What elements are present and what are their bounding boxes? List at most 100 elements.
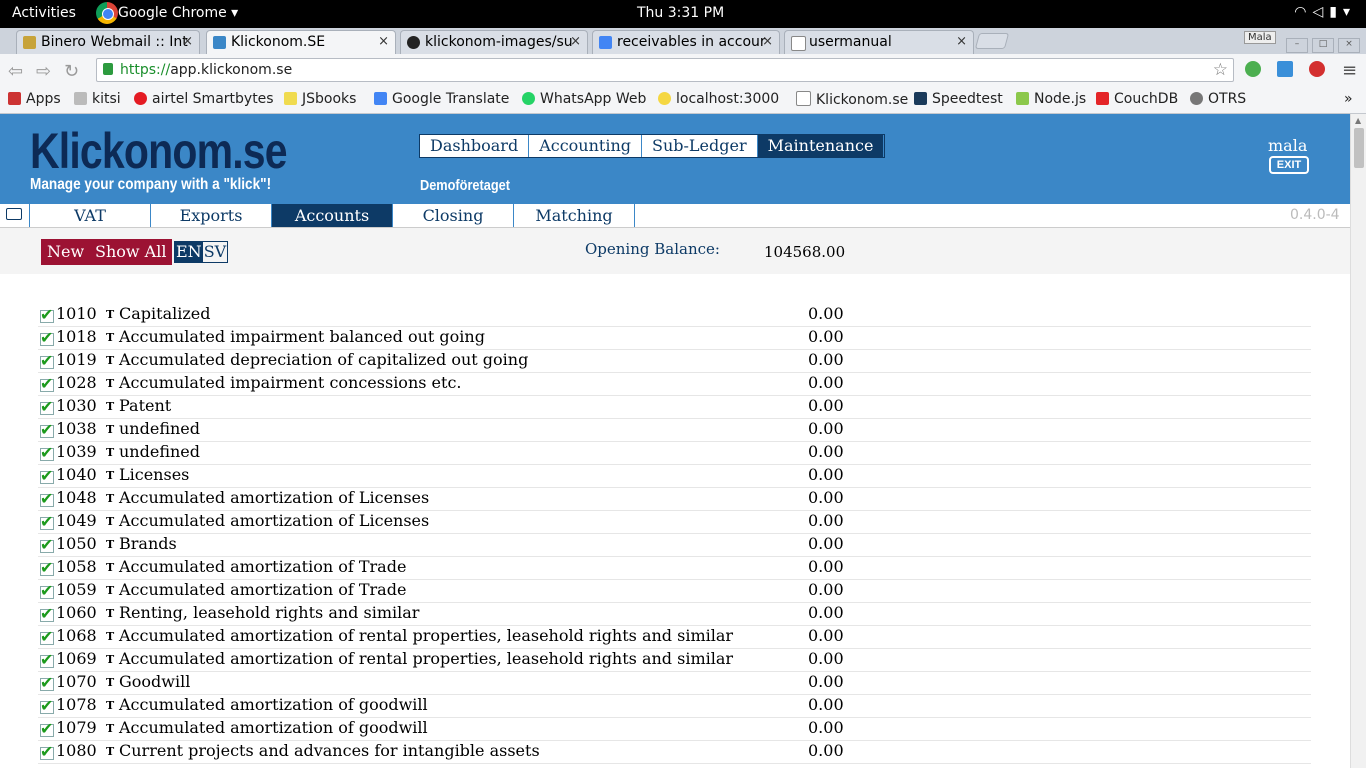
- account-row[interactable]: 1040 T Licenses 0.00: [38, 465, 1311, 488]
- account-name[interactable]: Accumulated depreciation of capitalized …: [119, 350, 528, 369]
- app-logo[interactable]: Klickonom.se: [30, 122, 288, 180]
- active-checkbox[interactable]: [40, 558, 54, 577]
- bookmark-otrs[interactable]: OTRS: [1190, 91, 1246, 107]
- download-arrow-icon[interactable]: [1277, 61, 1293, 77]
- bookmark-nodejs[interactable]: Node.js: [1016, 91, 1086, 107]
- account-row[interactable]: 1039 Tundefined 0.00: [38, 442, 1311, 465]
- account-number[interactable]: 1039: [56, 442, 97, 461]
- close-icon[interactable]: ×: [762, 34, 773, 49]
- exit-button[interactable]: EXIT: [1269, 156, 1309, 174]
- account-number[interactable]: 1069: [56, 649, 97, 668]
- account-row[interactable]: 1070 T Goodwill 0.00: [38, 672, 1311, 695]
- account-number[interactable]: 1059: [56, 580, 97, 599]
- account-number[interactable]: 1080: [56, 741, 97, 760]
- account-number[interactable]: 1028: [56, 373, 97, 392]
- account-name[interactable]: Accumulated amortization of goodwill: [119, 695, 428, 714]
- active-checkbox[interactable]: [40, 650, 54, 669]
- scrollbar-thumb[interactable]: [1354, 128, 1364, 168]
- account-row[interactable]: 1078 T Accumulated amortization of goodwil…: [38, 695, 1311, 718]
- account-number[interactable]: 1079: [56, 718, 97, 737]
- account-name[interactable]: Accumulated amortization of rental prope…: [119, 626, 733, 645]
- chat-icon[interactable]: [6, 208, 22, 220]
- bookmark-speedtest[interactable]: Speedtest: [914, 91, 1003, 107]
- bookmark-couchdb[interactable]: CouchDB: [1096, 91, 1178, 107]
- reload-icon[interactable]: ↻: [64, 61, 79, 82]
- active-checkbox[interactable]: [40, 581, 54, 600]
- scroll-up-icon[interactable]: ▲: [1355, 116, 1361, 125]
- new-tab-button[interactable]: [974, 33, 1010, 49]
- account-name[interactable]: undefined: [119, 442, 200, 461]
- active-checkbox[interactable]: [40, 489, 54, 508]
- main-nav-sub-ledger[interactable]: Sub-Ledger: [642, 135, 758, 157]
- account-row[interactable]: 1069 T Accumulated amortization of rental …: [38, 649, 1311, 672]
- close-icon[interactable]: ×: [182, 34, 193, 49]
- account-row[interactable]: 1028 T Accumulated impairment concessions …: [38, 373, 1311, 396]
- account-name[interactable]: Accumulated amortization of Trade: [119, 580, 406, 599]
- bookmarks-overflow[interactable]: »: [1344, 91, 1353, 107]
- close-window-icon[interactable]: ×: [1338, 38, 1360, 53]
- activities-button[interactable]: Activities: [12, 5, 76, 21]
- active-checkbox[interactable]: [40, 673, 54, 692]
- active-checkbox[interactable]: [40, 696, 54, 715]
- account-name[interactable]: Brands: [119, 534, 177, 553]
- account-number[interactable]: 1070: [56, 672, 97, 691]
- account-name[interactable]: Accumulated amortization of goodwill: [119, 718, 428, 737]
- account-name[interactable]: Renting, leasehold rights and similar: [119, 603, 419, 622]
- active-checkbox[interactable]: [40, 420, 54, 439]
- main-nav-maintenance[interactable]: Maintenance: [757, 135, 885, 157]
- account-name[interactable]: Accumulated amortization of Trade: [119, 557, 406, 576]
- account-number[interactable]: 1049: [56, 511, 97, 530]
- system-tray[interactable]: ◠◁▮▾: [1294, 4, 1356, 20]
- close-icon[interactable]: ×: [956, 34, 967, 49]
- account-name[interactable]: Current projects and advances for intang…: [119, 741, 540, 760]
- active-checkbox[interactable]: [40, 466, 54, 485]
- account-row[interactable]: 1038 Tundefined 0.00: [38, 419, 1311, 442]
- account-name[interactable]: Patent: [119, 396, 171, 415]
- active-checkbox[interactable]: [40, 328, 54, 347]
- account-row[interactable]: 1058 T Accumulated amortization of Trade 0.…: [38, 557, 1311, 580]
- bookmark-whatsapp[interactable]: WhatsApp Web: [522, 91, 646, 107]
- account-row[interactable]: 1050 T Brands 0.00: [38, 534, 1311, 557]
- lang-en-button[interactable]: EN: [175, 242, 203, 262]
- new-button[interactable]: New: [41, 239, 91, 265]
- account-name[interactable]: undefined: [119, 419, 200, 438]
- sub-nav-vat[interactable]: VAT: [29, 204, 150, 227]
- account-number[interactable]: 1030: [56, 396, 97, 415]
- maximize-icon[interactable]: □: [1312, 38, 1334, 53]
- account-number[interactable]: 1078: [56, 695, 97, 714]
- active-checkbox[interactable]: [40, 305, 54, 324]
- bookmark-localhost[interactable]: localhost:3000: [658, 91, 779, 107]
- account-name[interactable]: Accumulated amortization of Licenses: [119, 511, 429, 530]
- page-scrollbar[interactable]: ▲: [1350, 114, 1366, 768]
- sub-nav-matching[interactable]: Matching: [513, 204, 635, 227]
- bookmark-apps[interactable]: Apps: [8, 91, 61, 107]
- show-all-button[interactable]: Show All: [89, 239, 173, 265]
- lang-sv-button[interactable]: SV: [203, 242, 228, 262]
- account-number[interactable]: 1019: [56, 350, 97, 369]
- account-number[interactable]: 1068: [56, 626, 97, 645]
- sub-nav-exports[interactable]: Exports: [150, 204, 271, 227]
- account-number[interactable]: 1038: [56, 419, 97, 438]
- active-checkbox[interactable]: [40, 512, 54, 531]
- clock[interactable]: Thu 3:31 PM: [637, 5, 724, 21]
- bookmark-kitsi[interactable]: kitsi: [74, 91, 121, 107]
- account-name[interactable]: Accumulated impairment concessions etc.: [119, 373, 461, 392]
- active-checkbox[interactable]: [40, 397, 54, 416]
- active-checkbox[interactable]: [40, 535, 54, 554]
- account-row[interactable]: 1030 T Patent 0.00: [38, 396, 1311, 419]
- address-bar[interactable]: https://app.klickonom.se ☆: [96, 58, 1234, 82]
- close-icon[interactable]: ×: [570, 34, 581, 49]
- account-number[interactable]: 1048: [56, 488, 97, 507]
- account-name[interactable]: Goodwill: [119, 672, 190, 691]
- sub-nav-accounts[interactable]: Accounts: [271, 204, 392, 227]
- active-checkbox[interactable]: [40, 742, 54, 761]
- bookmark-klickonom[interactable]: Klickonom.se: [796, 91, 908, 108]
- minimize-icon[interactable]: –: [1286, 38, 1308, 53]
- app-menu[interactable]: Google Chrome ▾: [96, 5, 238, 21]
- extension-leaf-icon[interactable]: [1245, 61, 1261, 77]
- active-checkbox[interactable]: [40, 627, 54, 646]
- tab-google-search[interactable]: receivables in accour ×: [592, 30, 780, 54]
- account-row[interactable]: 1048 T Accumulated amortization of License…: [38, 488, 1311, 511]
- active-checkbox[interactable]: [40, 604, 54, 623]
- chrome-menu-icon[interactable]: ≡: [1342, 60, 1357, 81]
